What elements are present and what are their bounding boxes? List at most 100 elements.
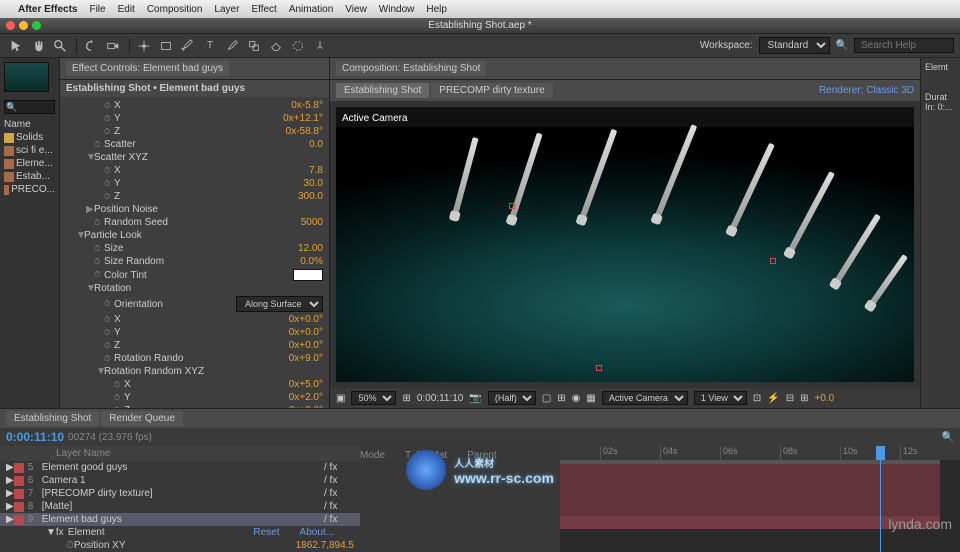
stopwatch-icon[interactable]: ⏱: [104, 179, 114, 189]
stopwatch-icon[interactable]: ⏱: [66, 540, 74, 551]
views-select[interactable]: 1 View: [694, 391, 747, 405]
twirl-icon[interactable]: ▼: [46, 527, 56, 538]
app-name[interactable]: After Effects: [18, 4, 77, 15]
property-row[interactable]: ⏱ Position XY 1862.7,894.5: [0, 539, 360, 552]
twirl-icon[interactable]: ▼: [96, 366, 104, 377]
stopwatch-icon[interactable]: ⏱: [104, 127, 114, 137]
layer-track[interactable]: [560, 490, 940, 503]
stopwatch-icon[interactable]: ⏱: [104, 328, 114, 338]
layout-icon[interactable]: ⊞: [402, 393, 410, 404]
menu-animation[interactable]: Animation: [289, 4, 333, 15]
property-row[interactable]: ▶⏱Rotation Rando0x+9.0°: [66, 352, 323, 365]
layer-row[interactable]: ▶ 8 [Matte] / fx: [0, 500, 360, 513]
property-list[interactable]: ▶⏱X0x-5.8°▶⏱Y0x+12.1°▶⏱Z0x-58.8°▶⏱Scatte…: [60, 97, 329, 408]
pen-tool-icon[interactable]: [178, 36, 198, 56]
property-row[interactable]: ▶⏱X0x-5.8°: [66, 99, 323, 112]
twirl-icon[interactable]: ▶: [6, 501, 14, 512]
comp-tab-establishing[interactable]: Establishing Shot: [336, 83, 429, 98]
rect-tool-icon[interactable]: [156, 36, 176, 56]
property-row[interactable]: ▶⏱OrientationAlong Surface: [66, 295, 323, 313]
layer-color-tag[interactable]: [14, 489, 24, 499]
project-item-estab[interactable]: Estab...: [4, 170, 55, 183]
timeline-tracks[interactable]: 02s 04s 06s 08s 10s 12s: [560, 446, 960, 552]
twirl-icon[interactable]: ▶: [6, 475, 14, 486]
property-group[interactable]: ▼Particle Look: [66, 229, 323, 242]
stopwatch-icon[interactable]: ⏱: [104, 192, 114, 202]
property-row[interactable]: ▶⏱Y30.0: [66, 177, 323, 190]
property-value[interactable]: 0x+12.1°: [283, 113, 323, 124]
property-value[interactable]: 0x+0.0°: [289, 340, 323, 351]
stopwatch-icon[interactable]: ⏱: [104, 315, 114, 325]
composition-viewer[interactable]: Active Camera: [336, 107, 914, 382]
layer-track[interactable]: [560, 477, 940, 490]
marker-icon[interactable]: [596, 365, 602, 371]
camera-select[interactable]: Active Camera: [602, 391, 688, 405]
zoom-select[interactable]: 50%: [351, 391, 396, 405]
effect-row[interactable]: ▼ fx Element Reset About...: [0, 526, 360, 539]
project-item-precomp[interactable]: PRECO...: [4, 183, 55, 196]
twirl-icon[interactable]: ▶: [6, 462, 14, 473]
reset-link[interactable]: Reset: [253, 527, 279, 538]
menu-effect[interactable]: Effect: [251, 4, 276, 15]
property-row[interactable]: ▶⏱Scatter0.0: [66, 138, 323, 151]
layer-switches[interactable]: / fx: [324, 488, 354, 499]
layer-track[interactable]: [560, 516, 940, 529]
property-row[interactable]: ▶⏱Y0x+12.1°: [66, 112, 323, 125]
layer-switches[interactable]: / fx: [324, 514, 354, 525]
property-value[interactable]: 0x+2.0°: [289, 392, 323, 403]
marker-icon[interactable]: [509, 203, 515, 209]
zoom-tool-icon[interactable]: [50, 36, 70, 56]
property-value[interactable]: 12.00: [298, 243, 323, 254]
menu-window[interactable]: Window: [379, 4, 415, 15]
property-value[interactable]: 0x+9.0°: [289, 405, 323, 408]
menu-edit[interactable]: Edit: [118, 4, 135, 15]
property-group[interactable]: ▼Rotation Random XYZ: [66, 365, 323, 378]
property-group[interactable]: ▼Scatter XYZ: [66, 151, 323, 164]
property-value[interactable]: 0.0: [309, 139, 323, 150]
timecode-display[interactable]: 0:00:11:10: [6, 430, 64, 444]
text-tool-icon[interactable]: T: [200, 36, 220, 56]
layer-name[interactable]: Camera 1: [42, 475, 324, 486]
renderer-link[interactable]: Renderer: Classic 3D: [819, 85, 914, 96]
property-row[interactable]: ▶⏱Random Seed5000: [66, 216, 323, 229]
stopwatch-icon[interactable]: ⏱: [94, 257, 104, 267]
twirl-icon[interactable]: ▼: [86, 283, 94, 294]
layer-color-tag[interactable]: [14, 515, 24, 525]
property-row[interactable]: ▶⏱X0x+5.0°: [66, 378, 323, 391]
property-value[interactable]: 0x+0.0°: [289, 314, 323, 325]
layer-row[interactable]: ▶ 9 Element bad guys / fx: [0, 513, 360, 526]
property-row[interactable]: ▶⏱Z0x+9.0°: [66, 404, 323, 408]
layer-name[interactable]: [Matte]: [42, 501, 324, 512]
workspace-select[interactable]: Standard: [759, 37, 830, 54]
stopwatch-icon[interactable]: ⏱: [94, 244, 104, 254]
grid-icon[interactable]: ⊞: [557, 393, 565, 404]
snapshot-icon[interactable]: 📷: [469, 393, 481, 404]
property-row[interactable]: ▶⏱Z300.0: [66, 190, 323, 203]
layer-track[interactable]: [560, 464, 940, 477]
property-value[interactable]: 0x+9.0°: [289, 353, 323, 364]
layer-row[interactable]: ▶ 5 Element good guys / fx: [0, 461, 360, 474]
menu-help[interactable]: Help: [426, 4, 447, 15]
eraser-tool-icon[interactable]: [266, 36, 286, 56]
flowchart-icon[interactable]: ⊞: [800, 393, 808, 404]
col-layer-name[interactable]: Layer Name: [56, 448, 110, 459]
selection-tool-icon[interactable]: [6, 36, 26, 56]
roi-icon[interactable]: ▢: [542, 393, 551, 404]
comp-tab-precomp[interactable]: PRECOMP dirty texture: [431, 83, 552, 98]
stopwatch-icon[interactable]: ⏱: [114, 406, 124, 409]
playhead[interactable]: [880, 446, 881, 552]
marker-icon[interactable]: [770, 258, 776, 264]
fast-preview-icon[interactable]: ⚡: [767, 393, 779, 404]
snapshot-icon[interactable]: ▣: [336, 393, 345, 404]
layer-color-tag[interactable]: [14, 476, 24, 486]
layer-name[interactable]: [PRECOMP dirty texture]: [42, 488, 324, 499]
layer-switches[interactable]: / fx: [324, 462, 354, 473]
clone-tool-icon[interactable]: [244, 36, 264, 56]
layer-row[interactable]: ▶ 7 [PRECOMP dirty texture] / fx: [0, 487, 360, 500]
project-thumbnail[interactable]: [4, 62, 49, 92]
property-row[interactable]: ▶⏱Z0x+0.0°: [66, 339, 323, 352]
brush-tool-icon[interactable]: [222, 36, 242, 56]
menu-layer[interactable]: Layer: [214, 4, 239, 15]
property-value[interactable]: 30.0: [304, 178, 323, 189]
property-value[interactable]: 0x+0.0°: [289, 327, 323, 338]
